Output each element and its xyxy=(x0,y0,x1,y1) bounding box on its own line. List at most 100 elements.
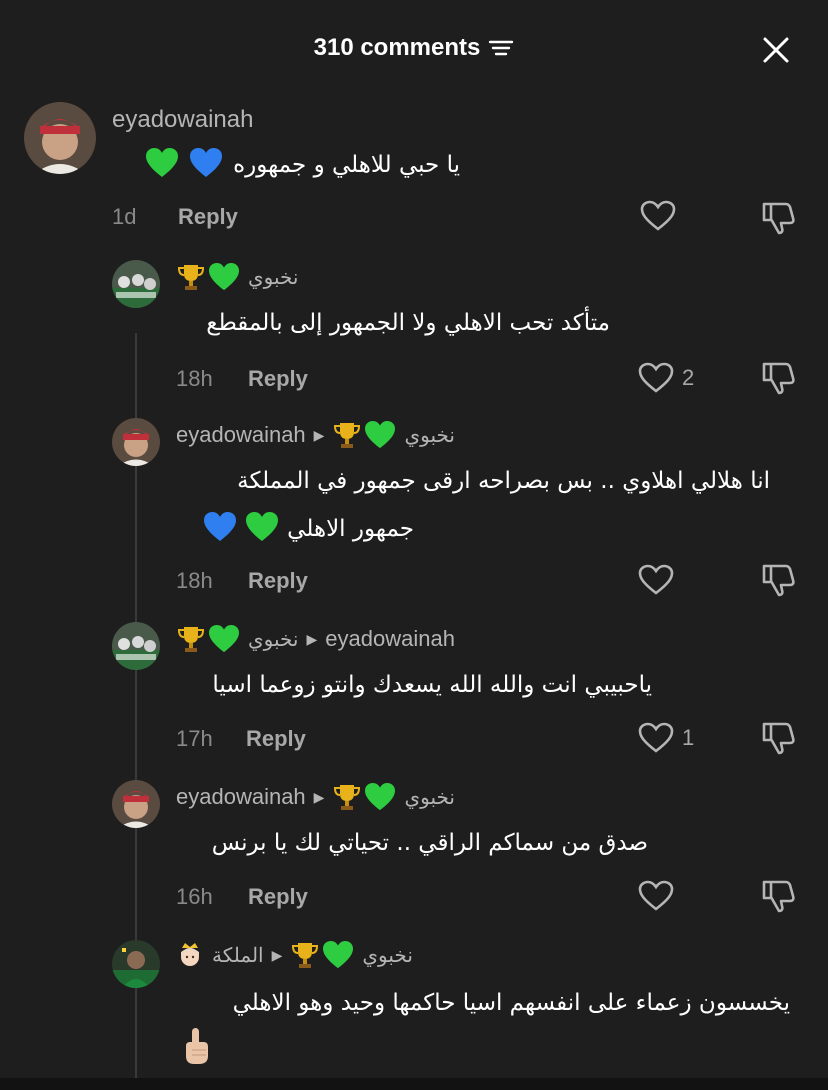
blue-heart-icon xyxy=(189,147,223,183)
bottom-input-bar-edge xyxy=(0,1078,828,1090)
dislike-button[interactable] xyxy=(760,720,796,756)
reply-button[interactable]: Reply xyxy=(248,366,308,392)
comment-meta: 16h Reply xyxy=(176,884,308,910)
trophy-heart-emoji xyxy=(176,262,240,292)
like-button[interactable]: 1 xyxy=(638,722,694,754)
heart-outline-icon xyxy=(640,200,676,231)
thumbs-down-icon xyxy=(762,722,795,755)
thumbs-down-icon xyxy=(762,880,795,913)
comments-header: 310 comments xyxy=(0,0,828,96)
comment-text: متأكد تحب الاهلي ولا الجمهور إلى بالمقطع xyxy=(206,310,610,336)
comment-item: نخبوي ▶ eyadowainah ياحبيبي انت والله ال… xyxy=(0,616,828,766)
comment-text: يا حبي للاهلي و جمهوره xyxy=(233,152,460,178)
comment-username-row: eyadowainah ▶ نخبوي xyxy=(176,782,455,812)
comment-username-row: eyadowainah xyxy=(112,106,253,134)
reply-to-arrow-icon: ▶ xyxy=(306,630,318,647)
thumbs-down-icon xyxy=(762,362,795,395)
comment-text-line-2: جمهور الاهلي xyxy=(287,516,414,542)
trophy-heart-emoji xyxy=(332,782,396,812)
comment-text: يخسسون زعماء على انفسهم اسيا حاكمها وحيد… xyxy=(232,990,790,1016)
comment-meta: 17h Reply xyxy=(176,726,306,752)
thumbs-down-icon xyxy=(762,202,795,235)
reply-to-arrow-icon: ▶ xyxy=(313,788,325,805)
reply-to-username[interactable]: eyadowainah xyxy=(325,626,455,652)
comment-time: 17h xyxy=(176,726,213,751)
green-heart-icon xyxy=(245,511,279,547)
green-heart-icon xyxy=(365,420,396,449)
dislike-button[interactable] xyxy=(760,562,796,598)
index-pointing-up-icon xyxy=(180,1026,212,1066)
comment-time: 18h xyxy=(176,568,213,593)
like-count: 1 xyxy=(682,725,695,750)
heart-outline-icon xyxy=(638,880,674,911)
like-button[interactable] xyxy=(640,200,676,232)
princess-icon xyxy=(181,943,199,966)
comment-username[interactable]: eyadowainah xyxy=(176,422,306,448)
trophy-icon xyxy=(177,627,205,652)
reply-to-username[interactable]: نخبوي xyxy=(362,943,413,968)
comments-count-title: 310 comments xyxy=(313,34,481,61)
comment-item: الملكة ▶ نخبوي يخسسون زعماء على انفسهم ا… xyxy=(0,934,828,1078)
reply-button[interactable]: Reply xyxy=(246,726,306,752)
reply-to-arrow-icon: ▶ xyxy=(271,946,283,963)
comment-time: 18h xyxy=(176,366,213,391)
comment-username-row: نخبوي xyxy=(176,262,299,292)
trophy-heart-emoji xyxy=(290,940,354,970)
green-heart-icon xyxy=(209,262,239,291)
dislike-button[interactable] xyxy=(760,360,796,396)
like-count: 2 xyxy=(682,365,695,390)
reply-button[interactable]: Reply xyxy=(248,884,308,910)
comment-username[interactable]: eyadowainah xyxy=(176,784,306,810)
comment-meta: 18h Reply xyxy=(176,366,308,392)
heart-outline-icon xyxy=(638,722,674,753)
reply-button[interactable]: Reply xyxy=(178,204,238,230)
comment-meta: 1d Reply xyxy=(112,204,238,230)
trophy-icon xyxy=(334,785,361,810)
comments-sheet: 310 comments eyadowainah يا حبي للاهلي و… xyxy=(0,0,828,1090)
comment-item: eyadowainah يا حبي للاهلي و جمهوره 1d Re… xyxy=(0,96,828,246)
trophy-icon xyxy=(334,423,361,448)
comment-body: يا حبي للاهلي و جمهوره xyxy=(145,142,460,188)
thumbs-down-icon xyxy=(762,564,795,597)
comment-username-row: eyadowainah ▶ نخبوي xyxy=(176,420,455,450)
reply-to-arrow-icon: ▶ xyxy=(313,426,325,443)
sort-filter-icon[interactable] xyxy=(488,37,514,59)
close-button[interactable] xyxy=(756,30,796,70)
comment-item: نخبوي متأكد تحب الاهلي ولا الجمهور إلى ب… xyxy=(0,254,828,404)
comment-text: ياحبيبي انت والله الله يسعدك وانتو زوعما… xyxy=(212,672,652,698)
avatar[interactable] xyxy=(24,102,96,174)
comment-time: 16h xyxy=(176,884,213,909)
reply-to-username[interactable]: نخبوي xyxy=(404,423,455,448)
comment-text-line-2-row: جمهور الاهلي xyxy=(203,506,414,552)
comment-username-row: الملكة ▶ نخبوي xyxy=(176,940,413,970)
dislike-button[interactable] xyxy=(760,878,796,914)
comment-text-line-1: انا هلالي اهلاوي .. بس بصراحه ارقى جمهور… xyxy=(237,468,770,494)
crown-person-emoji xyxy=(176,940,204,970)
comment-username[interactable]: نخبوي xyxy=(248,627,299,652)
comment-item: eyadowainah ▶ نخبوي انا هلالي اهلاوي .. … xyxy=(0,412,828,612)
heart-outline-icon xyxy=(638,362,674,393)
like-button[interactable]: 2 xyxy=(638,362,694,394)
header-title-group[interactable]: 310 comments xyxy=(0,28,828,68)
like-button[interactable] xyxy=(638,880,674,912)
trophy-icon xyxy=(177,265,205,290)
comment-meta: 18h Reply xyxy=(176,568,308,594)
blue-heart-icon xyxy=(203,511,237,547)
dislike-button[interactable] xyxy=(760,200,796,236)
trophy-heart-emoji xyxy=(176,624,240,654)
comment-username[interactable]: الملكة xyxy=(212,943,264,968)
trophy-icon xyxy=(292,943,319,968)
comment-time: 1d xyxy=(112,204,137,229)
green-heart-icon xyxy=(365,782,396,811)
comment-username[interactable]: eyadowainah xyxy=(112,106,253,134)
like-button[interactable] xyxy=(638,564,674,596)
comment-item: eyadowainah ▶ نخبوي صدق من سماكم الراقي … xyxy=(0,774,828,924)
reply-button[interactable]: Reply xyxy=(248,568,308,594)
green-heart-icon xyxy=(209,624,239,653)
heart-outline-icon xyxy=(638,564,674,595)
comment-username-row: نخبوي ▶ eyadowainah xyxy=(176,624,455,654)
close-icon xyxy=(763,37,789,63)
comment-username[interactable]: نخبوي xyxy=(248,265,299,290)
green-heart-icon xyxy=(145,147,179,183)
reply-to-username[interactable]: نخبوي xyxy=(404,785,455,810)
